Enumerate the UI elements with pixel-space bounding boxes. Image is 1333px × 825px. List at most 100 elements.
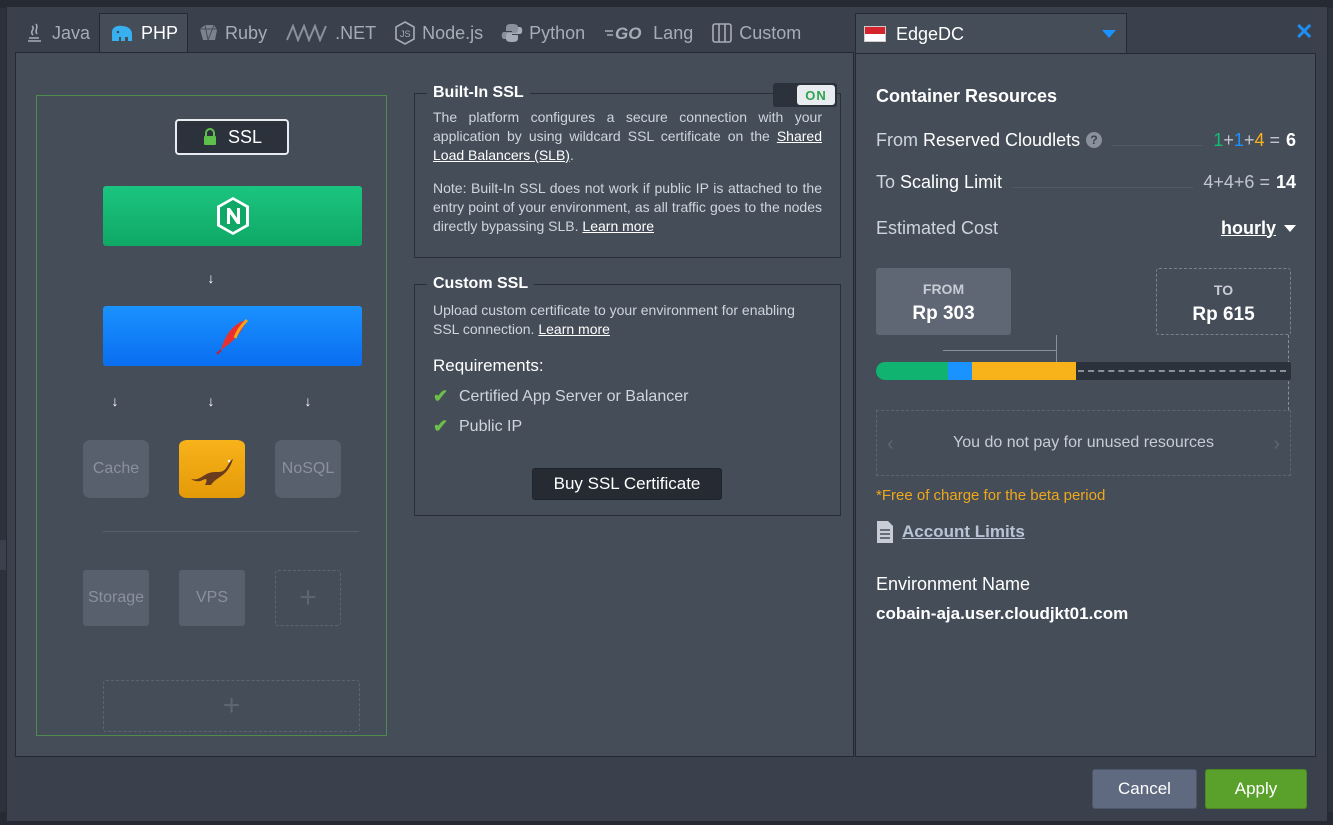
cache-node[interactable]: Cache	[83, 440, 149, 498]
usage-segment-orange	[972, 362, 1077, 380]
tab-ruby[interactable]: Ruby	[188, 13, 276, 53]
arrow-down-icon: ↓	[207, 393, 215, 409]
go-icon: GO	[605, 24, 642, 43]
free-beta-note: *Free of charge for the beta period	[876, 487, 1106, 504]
topology-panel: SSL ↓ ↓ ↓ ↓ Cache NoSQL Storage VPS + +	[15, 52, 854, 757]
cancel-button[interactable]: Cancel	[1092, 769, 1197, 809]
requirement-label: Certified App Server or Balancer	[459, 387, 689, 405]
tab-nodejs[interactable]: JS Node.js	[385, 13, 492, 53]
mariadb-node[interactable]	[179, 440, 245, 498]
buy-ssl-certificate-button[interactable]: Buy SSL Certificate	[532, 468, 722, 500]
builtin-ssl-text: The platform configures a secure connect…	[433, 109, 822, 144]
tab-python[interactable]: Python	[492, 13, 594, 53]
reserved-cloudlets-row: From Reserved Cloudlets ? 1+1+4 = 6	[876, 128, 1296, 152]
estimated-cost-row: Estimated Cost hourly	[876, 216, 1296, 240]
add-layer-button[interactable]: +	[103, 680, 360, 732]
cloudlets-blue: 1	[1233, 129, 1244, 150]
apache-feather-icon	[215, 318, 248, 355]
vps-node[interactable]: VPS	[179, 570, 245, 626]
scaling-limit-total: 14	[1275, 171, 1296, 192]
nginx-balancer-node[interactable]	[103, 186, 362, 246]
engine-tabs: Java PHP Ruby .NET JS Node.js Python GO …	[15, 13, 810, 53]
reserved-cloudlets-label: Reserved Cloudlets	[923, 129, 1081, 150]
add-node-button[interactable]: +	[275, 570, 341, 626]
scaling-limit-row: To Scaling Limit 4+4+6 = 14	[876, 170, 1296, 194]
reserved-cloudlets-calc: 1+1+4 =	[1213, 129, 1280, 150]
tab-java[interactable]: Java	[15, 13, 99, 53]
price-from-label: FROM	[922, 281, 965, 297]
tab-dotnet[interactable]: .NET	[276, 13, 385, 53]
from-prefix: From	[876, 129, 918, 150]
builtin-ssl-title: Built-In SSL	[433, 84, 524, 101]
lock-icon	[203, 128, 216, 145]
scaling-limit-label: Scaling Limit	[900, 171, 1003, 192]
builtin-ssl-toggle[interactable]: ON	[773, 83, 837, 107]
help-icon[interactable]: ?	[1086, 132, 1103, 148]
arrow-down-icon: ↓	[111, 393, 119, 409]
close-icon[interactable]: ✕	[1295, 19, 1313, 45]
cost-period-dropdown[interactable]: hourly	[1221, 218, 1276, 239]
chevron-down-icon	[1102, 30, 1116, 38]
usage-scaling-dashes	[1078, 370, 1286, 372]
tab-label: Python	[529, 22, 586, 43]
environment-name-value: cobain-aja.user.cloudjkt01.com	[876, 604, 1129, 623]
unused-resources-info: ‹ You do not pay for unused resources ›	[876, 410, 1291, 476]
resources-panel: Container Resources From Reserved Cloudl…	[855, 53, 1316, 757]
arrow-down-icon: ↓	[304, 393, 312, 409]
dotted-leader	[1012, 176, 1194, 188]
custom-ssl-title: Custom SSL	[433, 275, 529, 292]
topology-wizard: SSL ↓ ↓ ↓ ↓ Cache NoSQL Storage VPS + +	[36, 95, 387, 736]
topology-divider	[103, 531, 359, 532]
price-from-box[interactable]: FROM Rp 303	[876, 268, 1011, 335]
plus-icon: +	[222, 689, 241, 722]
scaling-limit-calc: 4+4+6 =	[1203, 171, 1270, 192]
tab-label: .NET	[335, 22, 377, 43]
tab-go-lang[interactable]: GO Lang	[594, 13, 702, 53]
cloudlets-orange: 4	[1254, 129, 1265, 150]
requirements-title: Requirements:	[433, 356, 544, 375]
environment-name-label: Environment Name	[876, 574, 1031, 594]
chevron-down-icon	[1284, 224, 1296, 232]
connector-line	[1056, 335, 1057, 362]
arrow-down-icon: ↓	[207, 270, 215, 286]
check-icon: ✔	[433, 416, 449, 436]
storage-label: Storage	[87, 589, 145, 606]
php-elephant-icon	[112, 25, 133, 41]
ssl-label: SSL	[227, 126, 263, 147]
cache-label: Cache	[92, 460, 140, 477]
requirement-item: ✔ Public IP	[433, 416, 822, 437]
storage-node[interactable]: Storage	[83, 570, 149, 626]
apache-app-server-node[interactable]	[103, 306, 362, 366]
dotted-leader	[1112, 134, 1204, 146]
tab-label: Node.js	[422, 22, 484, 43]
toggle-state: ON	[797, 85, 835, 105]
learn-more-link[interactable]: Learn more	[538, 321, 610, 337]
tab-label: Ruby	[225, 22, 268, 43]
account-limits-link[interactable]: Account Limits	[876, 520, 1025, 544]
chevron-left-icon[interactable]: ‹	[887, 433, 894, 456]
nosql-node[interactable]: NoSQL	[275, 440, 341, 498]
region-selector[interactable]: EdgeDC	[855, 13, 1127, 54]
plus-icon: +	[299, 581, 317, 614]
account-limits-label: Account Limits	[902, 522, 1025, 541]
requirement-label: Public IP	[459, 417, 523, 435]
price-to-box[interactable]: TO Rp 615	[1156, 268, 1291, 335]
nginx-icon	[216, 197, 249, 235]
document-icon	[877, 521, 893, 543]
unused-resources-text: You do not pay for unused resources	[953, 434, 1214, 451]
ssl-badge[interactable]: SSL	[175, 119, 289, 155]
ruby-icon	[200, 24, 218, 41]
dotnet-icon	[286, 24, 327, 42]
vps-label: VPS	[195, 589, 228, 606]
nosql-label: NoSQL	[281, 460, 335, 477]
tab-php[interactable]: PHP	[99, 13, 189, 53]
java-icon	[28, 23, 41, 42]
chevron-right-icon[interactable]: ›	[1273, 433, 1280, 456]
apply-button[interactable]: Apply	[1205, 769, 1307, 809]
reserved-cloudlets-total: 6	[1285, 129, 1296, 150]
learn-more-link[interactable]: Learn more	[582, 218, 654, 234]
usage-segment-blue	[948, 362, 973, 380]
tab-custom[interactable]: Custom	[702, 13, 810, 53]
estimated-cost-label: Estimated Cost	[876, 217, 999, 238]
tab-label: PHP	[141, 23, 179, 43]
